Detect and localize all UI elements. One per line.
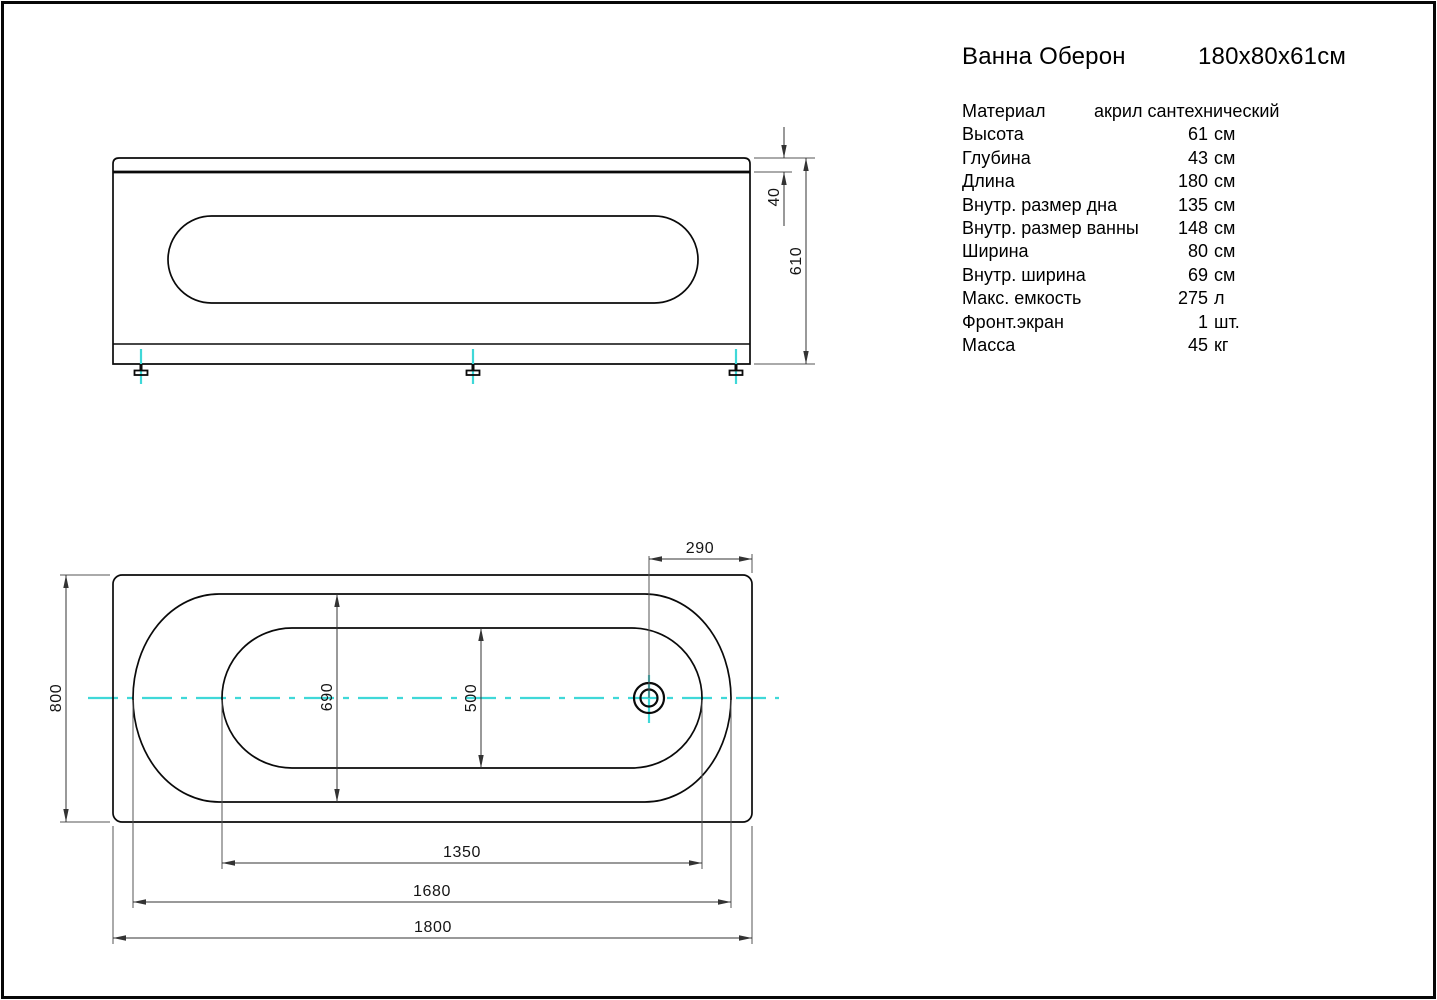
- dim-800-label: 800: [48, 684, 65, 713]
- spec-value-unit: см: [1214, 147, 1235, 170]
- spec-label: Внутр. ширина: [962, 264, 1174, 287]
- dim-690-label: 690: [319, 683, 336, 712]
- spec-value-number: 275: [1174, 287, 1208, 310]
- front-panel-outline: [113, 158, 750, 364]
- foot-left: [135, 349, 148, 384]
- spec-row-max-capacity: Макс. емкость 275 л: [962, 287, 1346, 310]
- spec-value-number: 1: [1174, 311, 1208, 334]
- dim-610-label: 610: [788, 247, 805, 276]
- spec-value-number: 61: [1174, 123, 1208, 146]
- spec-row-inner-bottom-size: Внутр. размер дна 135 см: [962, 194, 1346, 217]
- spec-label: Макс. емкость: [962, 287, 1174, 310]
- spec-row-front-panel: Фронт.экран 1 шт.: [962, 311, 1346, 334]
- spec-row-inner-bath-size: Внутр. размер ванны 148 см: [962, 217, 1346, 240]
- spec-value-number: 69: [1174, 264, 1208, 287]
- spec-value-unit: см: [1214, 264, 1235, 287]
- spec-value-unit: см: [1214, 217, 1235, 240]
- spec-table: Материал акрил сантехнический Высота 61 …: [962, 100, 1346, 357]
- dim-290-label: 290: [686, 540, 715, 557]
- spec-row-width: Ширина 80 см: [962, 240, 1346, 263]
- spec-row-material: Материал акрил сантехнический: [962, 100, 1346, 123]
- dim-1680-label: 1680: [413, 883, 451, 900]
- spec-label: Фронт.экран: [962, 311, 1174, 334]
- spec-value-number: 43: [1174, 147, 1208, 170]
- spec-label: Высота: [962, 123, 1174, 146]
- spec-value-number: 135: [1174, 194, 1208, 217]
- dim-1800-label: 1800: [414, 919, 452, 936]
- spec-value-unit: см: [1214, 240, 1235, 263]
- front-view-dimensions: 40 610: [754, 127, 815, 364]
- front-view: 40 610: [113, 127, 815, 384]
- dim-500-label: 500: [463, 684, 480, 713]
- spec-row-depth: Глубина 43 см: [962, 147, 1346, 170]
- spec-value-number: 45: [1174, 334, 1208, 357]
- front-recess-outline: [168, 216, 698, 303]
- spec-value-unit: л: [1214, 287, 1225, 310]
- spec-value: акрил сантехнический: [1094, 100, 1279, 123]
- spec-row-inner-width: Внутр. ширина 69 см: [962, 264, 1346, 287]
- spec-label: Глубина: [962, 147, 1174, 170]
- spec-label: Масса: [962, 334, 1174, 357]
- product-title: Ванна Оберон: [962, 44, 1198, 70]
- spec-value-number: 148: [1174, 217, 1208, 240]
- spec-label: Материал: [962, 100, 1094, 123]
- dim-40-label: 40: [766, 188, 783, 207]
- title-row: Ванна Оберон 180x80x61см: [962, 44, 1346, 70]
- product-size: 180x80x61см: [1198, 44, 1346, 70]
- spec-label: Внутр. размер ванны: [962, 217, 1174, 240]
- foot-center: [467, 349, 480, 384]
- top-view-dimensions: 290 800 690 500 1350 1680 1800: [48, 540, 752, 938]
- spec-value-number: 180: [1174, 170, 1208, 193]
- spec-value-number: 80: [1174, 240, 1208, 263]
- spec-label: Внутр. размер дна: [962, 194, 1174, 217]
- info-panel: Ванна Оберон 180x80x61см Материал акрил …: [962, 44, 1346, 357]
- spec-value-unit: кг: [1214, 334, 1228, 357]
- spec-label: Ширина: [962, 240, 1174, 263]
- foot-right: [730, 349, 743, 384]
- spec-value-unit: см: [1214, 123, 1235, 146]
- top-view-extension-lines: [60, 554, 752, 944]
- page: { "title": { "product": "Ванна Оберон", …: [0, 0, 1437, 1000]
- spec-value-unit: шт.: [1214, 311, 1240, 334]
- top-view: 290 800 690 500 1350 1680 1800: [48, 540, 779, 944]
- spec-label: Длина: [962, 170, 1174, 193]
- spec-value-unit: см: [1214, 170, 1235, 193]
- spec-row-weight: Масса 45 кг: [962, 334, 1346, 357]
- spec-row-length: Длина 180 см: [962, 170, 1346, 193]
- spec-value-unit: см: [1214, 194, 1235, 217]
- dim-1350-label: 1350: [443, 844, 481, 861]
- spec-row-height: Высота 61 см: [962, 123, 1346, 146]
